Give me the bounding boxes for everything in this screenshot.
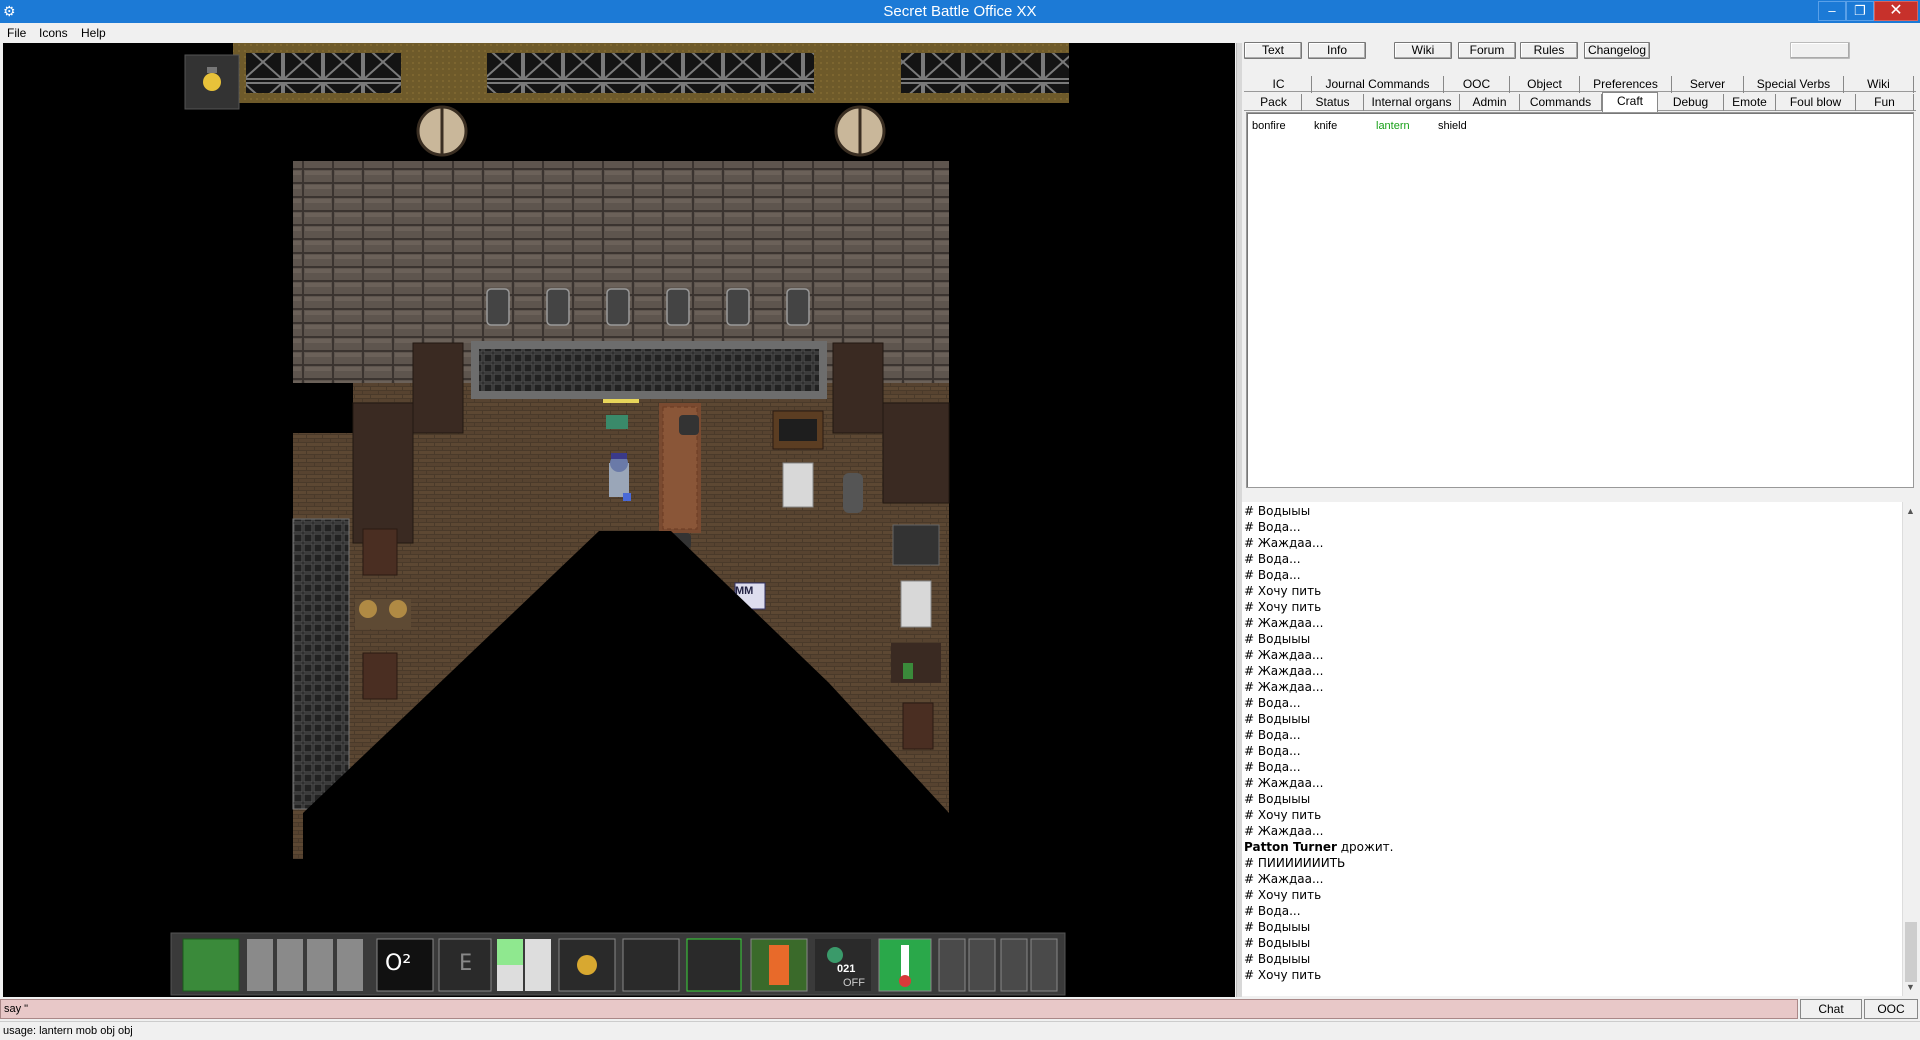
intent-label: E <box>459 951 473 976</box>
chat-line: # Жаждаа... <box>1244 680 1324 694</box>
rules-button[interactable]: Rules <box>1520 42 1578 59</box>
chat-line: # Хочу пить <box>1244 600 1322 614</box>
oxygen-label: O² <box>385 951 412 976</box>
badge-label: MM <box>735 585 754 597</box>
pressure-label: 021 <box>837 963 856 975</box>
scroll-up-icon[interactable]: ▲ <box>1906 506 1915 516</box>
chat-line: # Водыыы <box>1244 936 1311 950</box>
chat-line: # Жаждаа... <box>1244 664 1324 678</box>
tab-server[interactable]: Server <box>1672 76 1744 93</box>
temperature-status: OFF <box>843 977 865 989</box>
chat-line: # Хочу пить <box>1244 888 1322 902</box>
chat-output[interactable]: # Водыыы # Вода... # Жаждаа... # Вода... # В… <box>1242 502 1902 996</box>
speaker-text: дрожит. <box>1336 840 1394 854</box>
chat-line: # Жаждаа... <box>1244 872 1324 886</box>
status-bar: usage: lantern mob obj obj <box>0 1021 1920 1040</box>
menu-icons[interactable]: Icons <box>39 26 68 40</box>
restore-button[interactable]: ❐ <box>1846 1 1874 21</box>
chat-line: # Вода... <box>1244 552 1301 566</box>
chat-button[interactable]: Chat <box>1800 999 1862 1019</box>
changelog-button[interactable]: Changelog <box>1584 42 1650 59</box>
tab-internal-organs[interactable]: Internal organs <box>1364 94 1460 111</box>
chat-line: # Жаждаа... <box>1244 616 1324 630</box>
tab-craft[interactable]: Craft <box>1602 92 1658 112</box>
chat-line: # Вода... <box>1244 728 1301 742</box>
tab-admin[interactable]: Admin <box>1460 94 1520 111</box>
chat-line: # Жаждаа... <box>1244 824 1324 838</box>
chat-line: # Хочу пить <box>1244 968 1322 982</box>
tab-journal-commands[interactable]: Journal Commands <box>1312 76 1444 93</box>
chat-line: # Вода... <box>1244 904 1301 918</box>
object-lantern[interactable]: lantern <box>1376 120 1410 132</box>
menu-file[interactable]: File <box>7 26 26 40</box>
chat-line: # ПИИИИИИИТЬ <box>1244 856 1346 870</box>
game-viewport[interactable]: O² E MM 021 OFF <box>3 43 1235 997</box>
tab-status[interactable]: Status <box>1302 94 1364 111</box>
tab-commands[interactable]: Commands <box>1520 94 1602 111</box>
tab-debug[interactable]: Debug <box>1658 94 1724 111</box>
tab-wiki[interactable]: Wiki <box>1844 76 1914 93</box>
ooc-button[interactable]: OOC <box>1864 999 1918 1019</box>
chat-line: # Водыыы <box>1244 792 1311 806</box>
chat-line: # Вода... <box>1244 520 1301 534</box>
tab-fun[interactable]: Fun <box>1856 94 1914 111</box>
object-bonfire[interactable]: bonfire <box>1252 120 1286 132</box>
chat-line: # Вода... <box>1244 696 1301 710</box>
tab-emote[interactable]: Emote <box>1724 94 1776 111</box>
chat-line: # Водыыы <box>1244 952 1311 966</box>
tab-pack[interactable]: Pack <box>1246 94 1302 111</box>
chat-line: # Вода... <box>1244 760 1301 774</box>
scroll-thumb[interactable] <box>1905 922 1917 982</box>
chat-line: # Жаждаа... <box>1244 776 1324 790</box>
chat-line: # Водыыы <box>1244 712 1311 726</box>
object-knife[interactable]: knife <box>1314 120 1337 132</box>
blank-button[interactable] <box>1790 42 1850 59</box>
tab-object[interactable]: Object <box>1510 76 1580 93</box>
scroll-down-icon[interactable]: ▼ <box>1906 982 1915 992</box>
command-input[interactable] <box>1 1000 1797 1018</box>
chat-line-speaker: Patton Turner дрожит. <box>1244 840 1393 854</box>
chat-scrollbar[interactable]: ▲ ▼ <box>1902 502 1918 996</box>
forum-button[interactable]: Forum <box>1458 42 1516 59</box>
chat-line: # Водыыы <box>1244 632 1311 646</box>
window-title: Secret Battle Office XX <box>883 3 1037 20</box>
close-button[interactable]: ✕ <box>1874 1 1918 21</box>
chat-line: # Водыыы <box>1244 504 1311 518</box>
title-bar: ⚙ Secret Battle Office XX – ❐ ✕ <box>0 0 1920 23</box>
game-map[interactable] <box>3 43 1235 997</box>
status-text: usage: lantern mob obj obj <box>3 1025 133 1037</box>
chat-line: # Водыыы <box>1244 920 1311 934</box>
tab-ic[interactable]: IC <box>1246 76 1312 93</box>
chat-line: # Хочу пить <box>1244 808 1322 822</box>
speaker-name: Patton Turner <box>1244 840 1337 854</box>
chat-line: # Вода... <box>1244 568 1301 582</box>
text-button[interactable]: Text <box>1244 42 1302 59</box>
object-shield[interactable]: shield <box>1438 120 1467 132</box>
menu-bar: File Icons Help <box>0 23 1920 43</box>
wiki-button[interactable]: Wiki <box>1394 42 1452 59</box>
chat-line: # Жаждаа... <box>1244 648 1324 662</box>
tab-preferences[interactable]: Preferences <box>1580 76 1672 93</box>
stat-panel: bonfire knife lantern shield <box>1246 112 1914 488</box>
chat-line: # Вода... <box>1244 744 1301 758</box>
tab-foul-blow[interactable]: Foul blow <box>1776 94 1856 111</box>
chat-line: # Хочу пить <box>1244 584 1322 598</box>
tab-special-verbs[interactable]: Special Verbs <box>1744 76 1844 93</box>
chat-line: # Жаждаа... <box>1244 536 1324 550</box>
menu-help[interactable]: Help <box>81 26 106 40</box>
info-button[interactable]: Info <box>1308 42 1366 59</box>
tab-ooc[interactable]: OOC <box>1444 76 1510 93</box>
command-input-wrapper <box>0 999 1798 1019</box>
minimize-button[interactable]: – <box>1818 1 1846 21</box>
